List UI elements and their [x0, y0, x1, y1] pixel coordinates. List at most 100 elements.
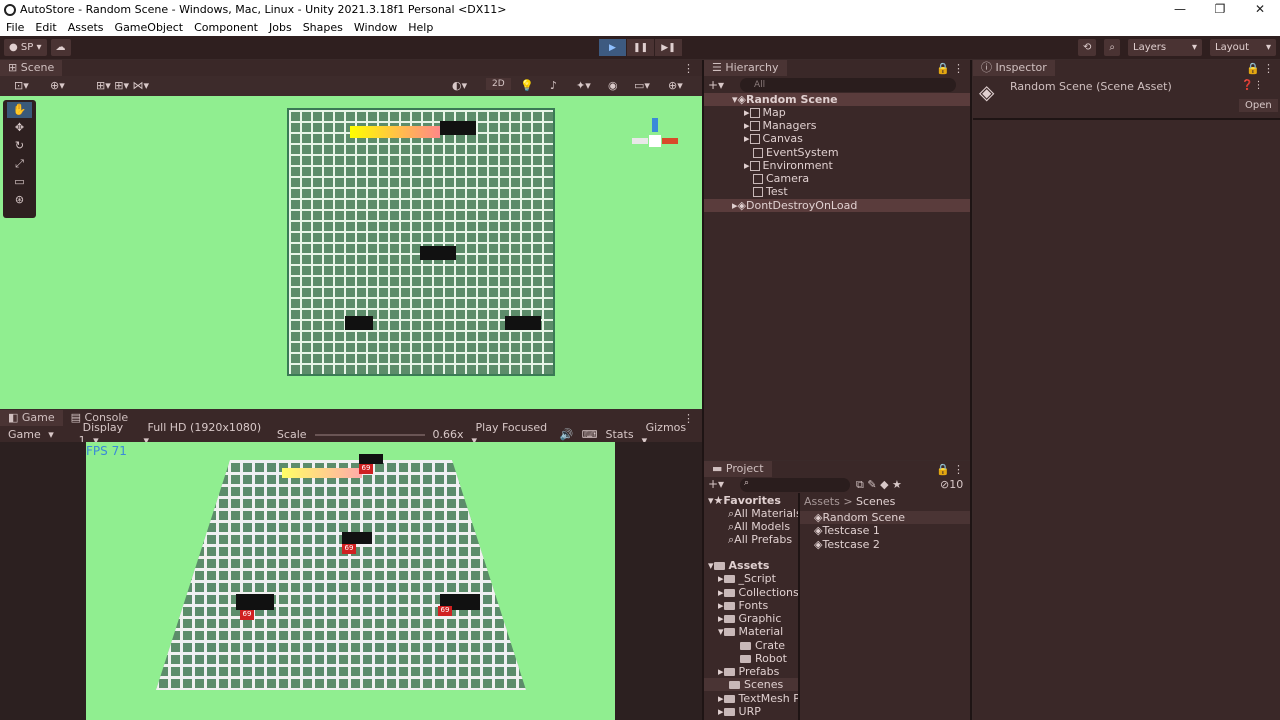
grid-snap-icon[interactable]: ⊞▾ ⊞▾ ⋈▾ [96, 79, 149, 92]
hierarchy-search[interactable]: All [740, 78, 956, 92]
scale-tool-icon[interactable]: ⤢ [7, 156, 32, 172]
asset-folder[interactable]: ▸ _Script [718, 572, 776, 585]
minimize-button[interactable]: — [1160, 0, 1200, 19]
rotate-tool-icon[interactable]: ↻ [7, 138, 32, 154]
game-view-dropdown[interactable]: Game ▾ [0, 428, 75, 441]
breadcrumb-scenes[interactable]: Scenes [856, 495, 895, 508]
gizmos-icon[interactable]: ⊕▾ [668, 79, 683, 92]
hierarchy-item[interactable]: EventSystem [753, 146, 839, 159]
panel-menu-icon[interactable]: ⋮ [1263, 62, 1274, 75]
draw-mode-icon[interactable]: ⊡▾ [14, 79, 29, 92]
asset-folder[interactable]: Crate [740, 639, 785, 652]
hand-tool-icon[interactable]: ✋ [7, 102, 32, 118]
2d-toggle[interactable]: 2D [486, 78, 511, 90]
panel-divider[interactable] [970, 60, 972, 720]
menu-window[interactable]: Window [348, 21, 402, 34]
menu-file[interactable]: File [0, 21, 29, 34]
project-split[interactable] [798, 493, 800, 720]
hierarchy-item[interactable]: ▸ Managers [744, 119, 816, 132]
scene-file[interactable]: ◈ Testcase 1 [814, 524, 880, 537]
asset-folder[interactable]: Robot [740, 652, 787, 665]
create-button[interactable]: +▾ [708, 477, 724, 491]
menu-gameobject[interactable]: GameObject [109, 21, 189, 34]
search-button[interactable]: ⌕ [1104, 39, 1120, 56]
rect-tool-icon[interactable]: ▭ [7, 174, 32, 190]
asset-folder-selected[interactable]: Scenes [704, 678, 798, 691]
hierarchy-item[interactable]: Camera [753, 172, 809, 185]
global-icon[interactable]: ⊕▾ [50, 79, 65, 92]
pause-button[interactable]: ❚❚ [627, 39, 654, 56]
tab-hierarchy[interactable]: ☰ Hierarchy [704, 60, 787, 76]
panel-menu-icon[interactable]: ⋮ [683, 62, 694, 75]
hierarchy-item[interactable]: ▸ Map [744, 106, 786, 119]
asset-folder[interactable]: ▸ Graphic [718, 612, 781, 625]
asset-folder[interactable]: ▸ Collections [718, 586, 799, 599]
favorite-item[interactable]: ⌕ All Materials [728, 507, 802, 521]
shading-icon[interactable]: ◐▾ [452, 79, 467, 92]
history-button[interactable]: ⟲ [1078, 39, 1097, 56]
tab-inspector[interactable]: ⓘ Inspector [973, 60, 1055, 76]
step-button[interactable]: ▶❚ [655, 39, 682, 56]
panel-menu-icon[interactable]: ⋮ [953, 463, 964, 476]
hierarchy-root-scene[interactable]: ▾ ◈ Random Scene [704, 93, 970, 106]
visibility-icon[interactable]: ◉ [608, 79, 618, 92]
open-button[interactable]: Open [1239, 99, 1278, 112]
favorite-item[interactable]: ⌕ All Models [728, 520, 790, 534]
effects-icon[interactable]: ✦▾ [576, 79, 591, 92]
scene-viewport[interactable]: ✋ ✥ ↻ ⤢ ▭ ⊛ [0, 96, 702, 409]
lock-icon[interactable]: 🔒 [1246, 62, 1260, 75]
asset-folder[interactable]: ▸ TextMesh P [718, 692, 800, 705]
move-tool-icon[interactable]: ✥ [7, 120, 32, 136]
play-button[interactable]: ▶ [599, 39, 626, 56]
create-button[interactable]: +▾ [708, 78, 724, 92]
hierarchy-item[interactable]: ▸ Environment [744, 159, 833, 172]
menu-help[interactable]: Help [402, 21, 438, 34]
panel-menu-icon[interactable]: ⋮ [953, 62, 964, 75]
filter-icons[interactable]: ⧉ ✎ ◆ ★ [856, 478, 902, 492]
help-icon[interactable]: ❓⋮ [1241, 80, 1263, 91]
asset-folder[interactable]: ▸ Prefabs [718, 665, 779, 678]
scene-gizmo-icon[interactable] [632, 118, 678, 164]
audio-icon[interactable]: ♪ [550, 79, 557, 92]
hierarchy-dontdestroy[interactable]: ▸ ◈ DontDestroyOnLoad [704, 199, 970, 212]
camera-icon[interactable]: ▭▾ [634, 79, 650, 92]
mute-icon[interactable]: 🔊 [556, 428, 578, 441]
favorite-item[interactable]: ⌕ All Prefabs [728, 533, 792, 547]
game-toolbar: Game ▾ Display 1 ▾ Full HD (1920x1080) ▾… [0, 421, 702, 447]
menu-assets[interactable]: Assets [62, 21, 109, 34]
hidden-count[interactable]: ⊘10 [940, 478, 963, 491]
account-button[interactable]: ● SP ▾ [4, 39, 47, 56]
layers-dropdown[interactable]: Layers ▾ [1128, 39, 1202, 56]
project-search[interactable]: ⌕ [740, 478, 850, 492]
layout-dropdown[interactable]: Layout ▾ [1210, 39, 1276, 56]
transform-tool-icon[interactable]: ⊛ [7, 192, 32, 208]
breadcrumb-assets[interactable]: Assets [804, 495, 840, 508]
game-viewport[interactable]: FPS 71 69 69 69 69 [0, 442, 702, 720]
scene-file[interactable]: ◈ Testcase 2 [814, 538, 880, 551]
stats-button[interactable]: Stats [602, 428, 638, 441]
asset-folder[interactable]: ▾ Material [718, 625, 783, 638]
lock-icon[interactable]: 🔒 [936, 463, 950, 476]
asset-folder[interactable]: ▸ Fonts [718, 599, 768, 612]
tab-project[interactable]: ▬ Project [704, 461, 772, 477]
scene-file-selected[interactable]: ◈ Random Scene [800, 511, 970, 524]
hierarchy-item[interactable]: Test [753, 185, 788, 198]
tab-game[interactable]: ◧ Game [0, 410, 63, 426]
hierarchy-item[interactable]: ▸ Canvas [744, 132, 803, 145]
lock-icon[interactable]: 🔒 [936, 62, 950, 75]
menu-component[interactable]: Component [188, 21, 263, 34]
maximize-button[interactable]: ❐ [1200, 0, 1240, 19]
scale-slider[interactable] [311, 428, 429, 441]
menu-shapes[interactable]: Shapes [297, 21, 348, 34]
lighting-icon[interactable]: 💡 [520, 79, 534, 92]
menu-jobs[interactable]: Jobs [263, 21, 297, 34]
menu-edit[interactable]: Edit [29, 21, 61, 34]
keyboard-icon[interactable]: ⌨ [578, 428, 602, 441]
assets-header[interactable]: ▾ Assets [708, 559, 769, 572]
favorites-header[interactable]: ▾ ★ Favorites [708, 494, 781, 507]
cloud-button[interactable]: ☁ [50, 39, 71, 56]
scene-icon: ⊞ [8, 61, 21, 74]
asset-folder[interactable]: ▸ URP [718, 705, 761, 718]
tab-scene[interactable]: ⊞ Scene [0, 60, 63, 76]
close-button[interactable]: ✕ [1240, 0, 1280, 19]
